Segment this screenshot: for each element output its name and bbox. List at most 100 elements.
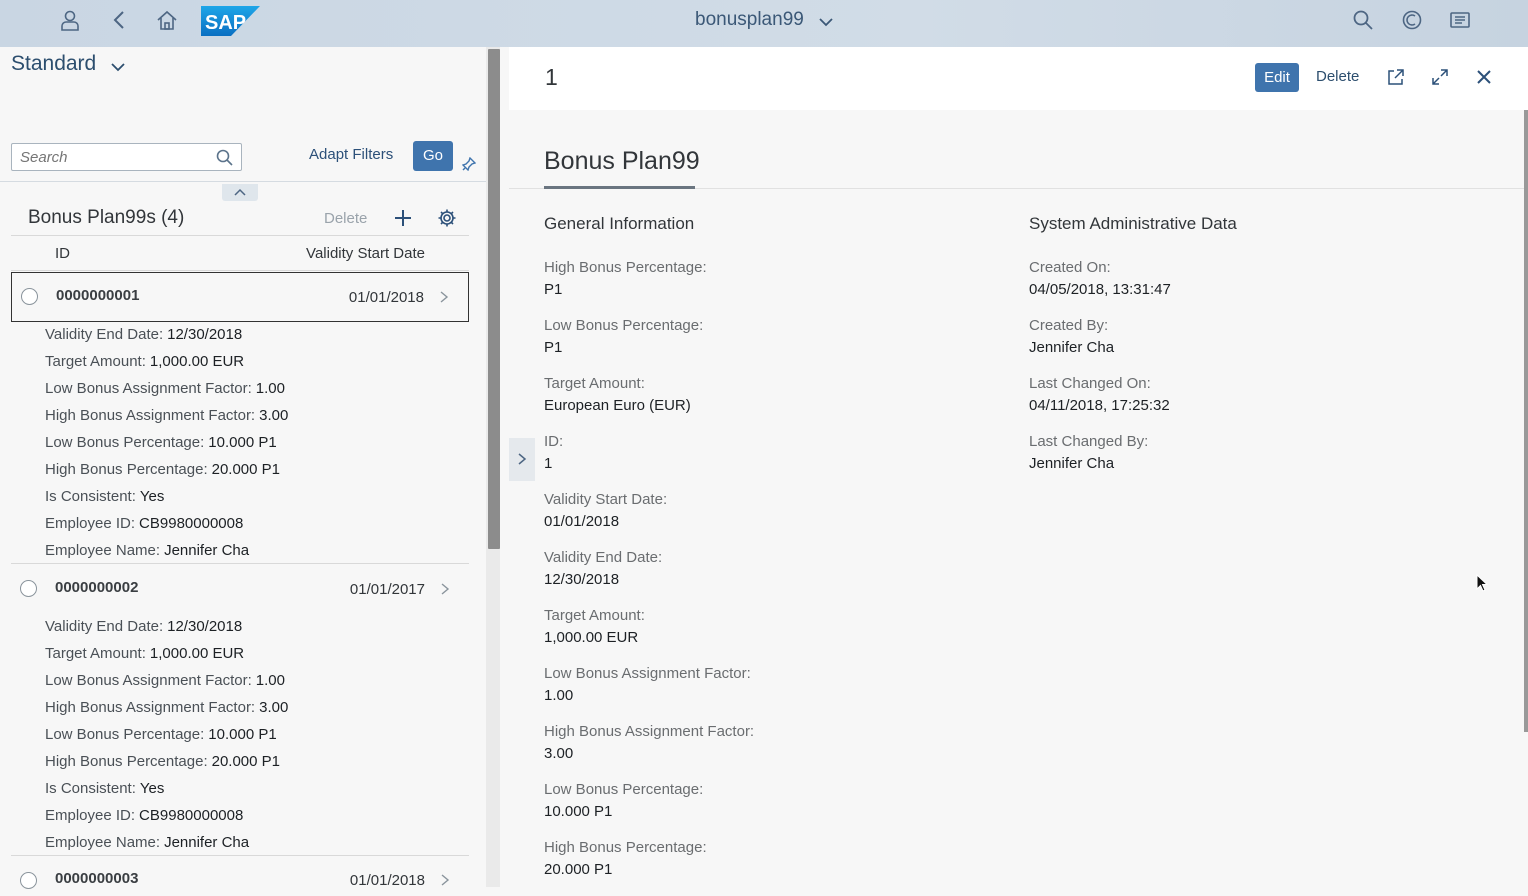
- row-select-radio[interactable]: [20, 580, 37, 597]
- attr-line: Validity End Date: 12/30/2018: [45, 618, 243, 635]
- attr-line: Low Bonus Percentage: 10.000 P1: [45, 726, 277, 743]
- row-date: 01/01/2018: [348, 289, 424, 306]
- delete-button[interactable]: Delete: [1316, 68, 1359, 85]
- general-information-title: General Information: [544, 214, 695, 233]
- attr-line: Validity End Date: 12/30/2018: [45, 326, 243, 343]
- fullscreen-icon[interactable]: [1430, 67, 1450, 87]
- notifications-icon[interactable]: [1449, 9, 1471, 31]
- attr-line: High Bonus Assignment Factor: 3.00: [45, 699, 289, 716]
- field-target-amount-currency: Target Amount: European Euro (EUR): [544, 375, 691, 414]
- attr-line: Is Consistent: Yes: [45, 780, 165, 797]
- search-field[interactable]: [11, 143, 242, 171]
- row-select-radio[interactable]: [20, 872, 37, 889]
- row-id: 0000000002: [55, 579, 139, 596]
- attr-line: Employee ID: CB9980000008: [45, 515, 244, 532]
- search-input[interactable]: [12, 144, 202, 171]
- attr-line: Employee Name: Jennifer Cha: [45, 834, 250, 851]
- row-attributes: Validity End Date: 12/30/2018 Target Amou…: [45, 613, 288, 856]
- delete-button[interactable]: Delete: [324, 210, 367, 227]
- attr-line: Low Bonus Assignment Factor: 1.00: [45, 672, 285, 689]
- field-last-changed-by: Last Changed By: Jennifer Cha: [1029, 433, 1149, 472]
- field-validity-end-date: Validity End Date: 12/30/2018: [544, 549, 663, 588]
- chevron-up-icon: [234, 188, 246, 196]
- share-icon[interactable]: [1386, 67, 1406, 87]
- field-validity-start-date: Validity Start Date: 01/01/2018: [544, 491, 668, 530]
- close-icon[interactable]: [1475, 68, 1493, 86]
- attr-line: Target Amount: 1,000.00 EUR: [45, 353, 245, 370]
- table-row[interactable]: 0000000001 01/01/2018: [11, 272, 469, 322]
- row-id: 0000000003: [55, 870, 139, 887]
- copilot-icon[interactable]: [1401, 9, 1423, 31]
- variant-selector[interactable]: Standard: [11, 52, 125, 76]
- field-created-by: Created By: Jennifer Cha: [1029, 317, 1115, 356]
- mouse-cursor-icon: [1476, 574, 1488, 592]
- pin-icon[interactable]: [462, 157, 476, 171]
- field-high-bonus-assignment-factor: High Bonus Assignment Factor: 3.00: [544, 723, 755, 762]
- field-low-bonus-assignment-factor: Low Bonus Assignment Factor: 1.00: [544, 665, 751, 704]
- field-low-bonus-percentage: Low Bonus Percentage: P1: [544, 317, 704, 356]
- sap-logo[interactable]: SAP: [201, 6, 260, 36]
- attr-line: High Bonus Assignment Factor: 3.00: [45, 407, 289, 424]
- system-admin-data-title: System Administrative Data: [1029, 214, 1237, 233]
- section-tab-underline: [544, 186, 695, 189]
- search-icon[interactable]: [1352, 9, 1374, 31]
- field-high-bonus-percentage: High Bonus Percentage: P1: [544, 259, 707, 298]
- collapse-header-button[interactable]: [222, 184, 258, 201]
- field-created-on: Created On: 04/05/2018, 13:31:47: [1029, 259, 1171, 298]
- chevron-down-icon: [111, 63, 125, 72]
- attr-line: Employee Name: Jennifer Cha: [45, 542, 250, 559]
- edit-button[interactable]: Edit: [1255, 63, 1299, 92]
- chevron-right-icon: [440, 291, 449, 303]
- variant-label: Standard: [11, 52, 97, 75]
- field-target-amount: Target Amount: 1,000.00 EUR: [544, 607, 645, 646]
- column-header-validity-start-date[interactable]: Validity Start Date: [306, 245, 425, 262]
- chevron-right-icon: [441, 874, 450, 886]
- field-last-changed-on: Last Changed On: 04/11/2018, 17:25:32: [1029, 375, 1170, 414]
- attr-line: High Bonus Percentage: 20.000 P1: [45, 461, 281, 478]
- search-icon[interactable]: [216, 149, 233, 166]
- go-button[interactable]: Go: [413, 141, 453, 171]
- table-row[interactable]: 0000000002 01/01/2017: [11, 564, 469, 614]
- field-id: ID: 1: [544, 433, 564, 472]
- field-high-bonus-percentage-value: High Bonus Percentage: 20.000 P1: [544, 839, 707, 878]
- table-row[interactable]: 0000000003 01/01/2018: [11, 856, 469, 896]
- svg-text:SAP: SAP: [205, 12, 246, 34]
- row-select-radio[interactable]: [21, 288, 38, 305]
- table-header: ID Validity Start Date: [11, 235, 469, 271]
- column-header-id[interactable]: ID: [55, 245, 70, 262]
- back-icon[interactable]: [109, 9, 131, 31]
- master-list-pane: Standard Adapt Filters Go Bonus Plan99s …: [0, 47, 487, 896]
- app-title-label: bonusplan99: [695, 9, 804, 30]
- chevron-right-icon: [441, 583, 450, 595]
- home-icon[interactable]: [156, 9, 178, 31]
- section-tab-title[interactable]: Bonus Plan99: [544, 147, 700, 176]
- attr-line: Low Bonus Assignment Factor: 1.00: [45, 380, 285, 397]
- attr-line: Target Amount: 1,000.00 EUR: [45, 645, 245, 662]
- chevron-right-icon: [518, 453, 527, 465]
- chevron-down-icon: [819, 18, 833, 27]
- row-attributes: Validity End Date: 12/30/2018 Target Amou…: [45, 321, 288, 564]
- attr-line: High Bonus Percentage: 20.000 P1: [45, 753, 281, 770]
- object-header: 1 Edit Delete: [509, 47, 1528, 110]
- attr-line: Employee ID: CB9980000008: [45, 807, 244, 824]
- settings-icon[interactable]: [437, 208, 457, 228]
- object-page: 1 Edit Delete Bonus Plan99 General Infor…: [509, 47, 1528, 887]
- add-icon[interactable]: [393, 208, 413, 228]
- shell-bar: SAP bonusplan99: [0, 0, 1528, 47]
- object-title: 1: [545, 64, 558, 90]
- user-icon[interactable]: [59, 9, 81, 31]
- field-low-bonus-percentage-value: Low Bonus Percentage: 10.000 P1: [544, 781, 704, 820]
- attr-line: Low Bonus Percentage: 10.000 P1: [45, 434, 277, 451]
- attr-line: Is Consistent: Yes: [45, 488, 165, 505]
- app-title[interactable]: bonusplan99: [695, 9, 833, 31]
- left-scrollbar-thumb[interactable]: [488, 49, 500, 549]
- table-title: Bonus Plan99s (4): [28, 207, 185, 228]
- left-scrollbar[interactable]: [486, 47, 500, 887]
- expand-master-button[interactable]: [509, 438, 535, 481]
- adapt-filters-button[interactable]: Adapt Filters: [309, 146, 393, 163]
- header-divider: [0, 181, 487, 182]
- row-id: 0000000001: [56, 287, 140, 304]
- right-scrollbar[interactable]: [1524, 110, 1528, 732]
- row-date: 01/01/2018: [349, 872, 425, 889]
- row-date: 01/01/2017: [349, 581, 425, 598]
